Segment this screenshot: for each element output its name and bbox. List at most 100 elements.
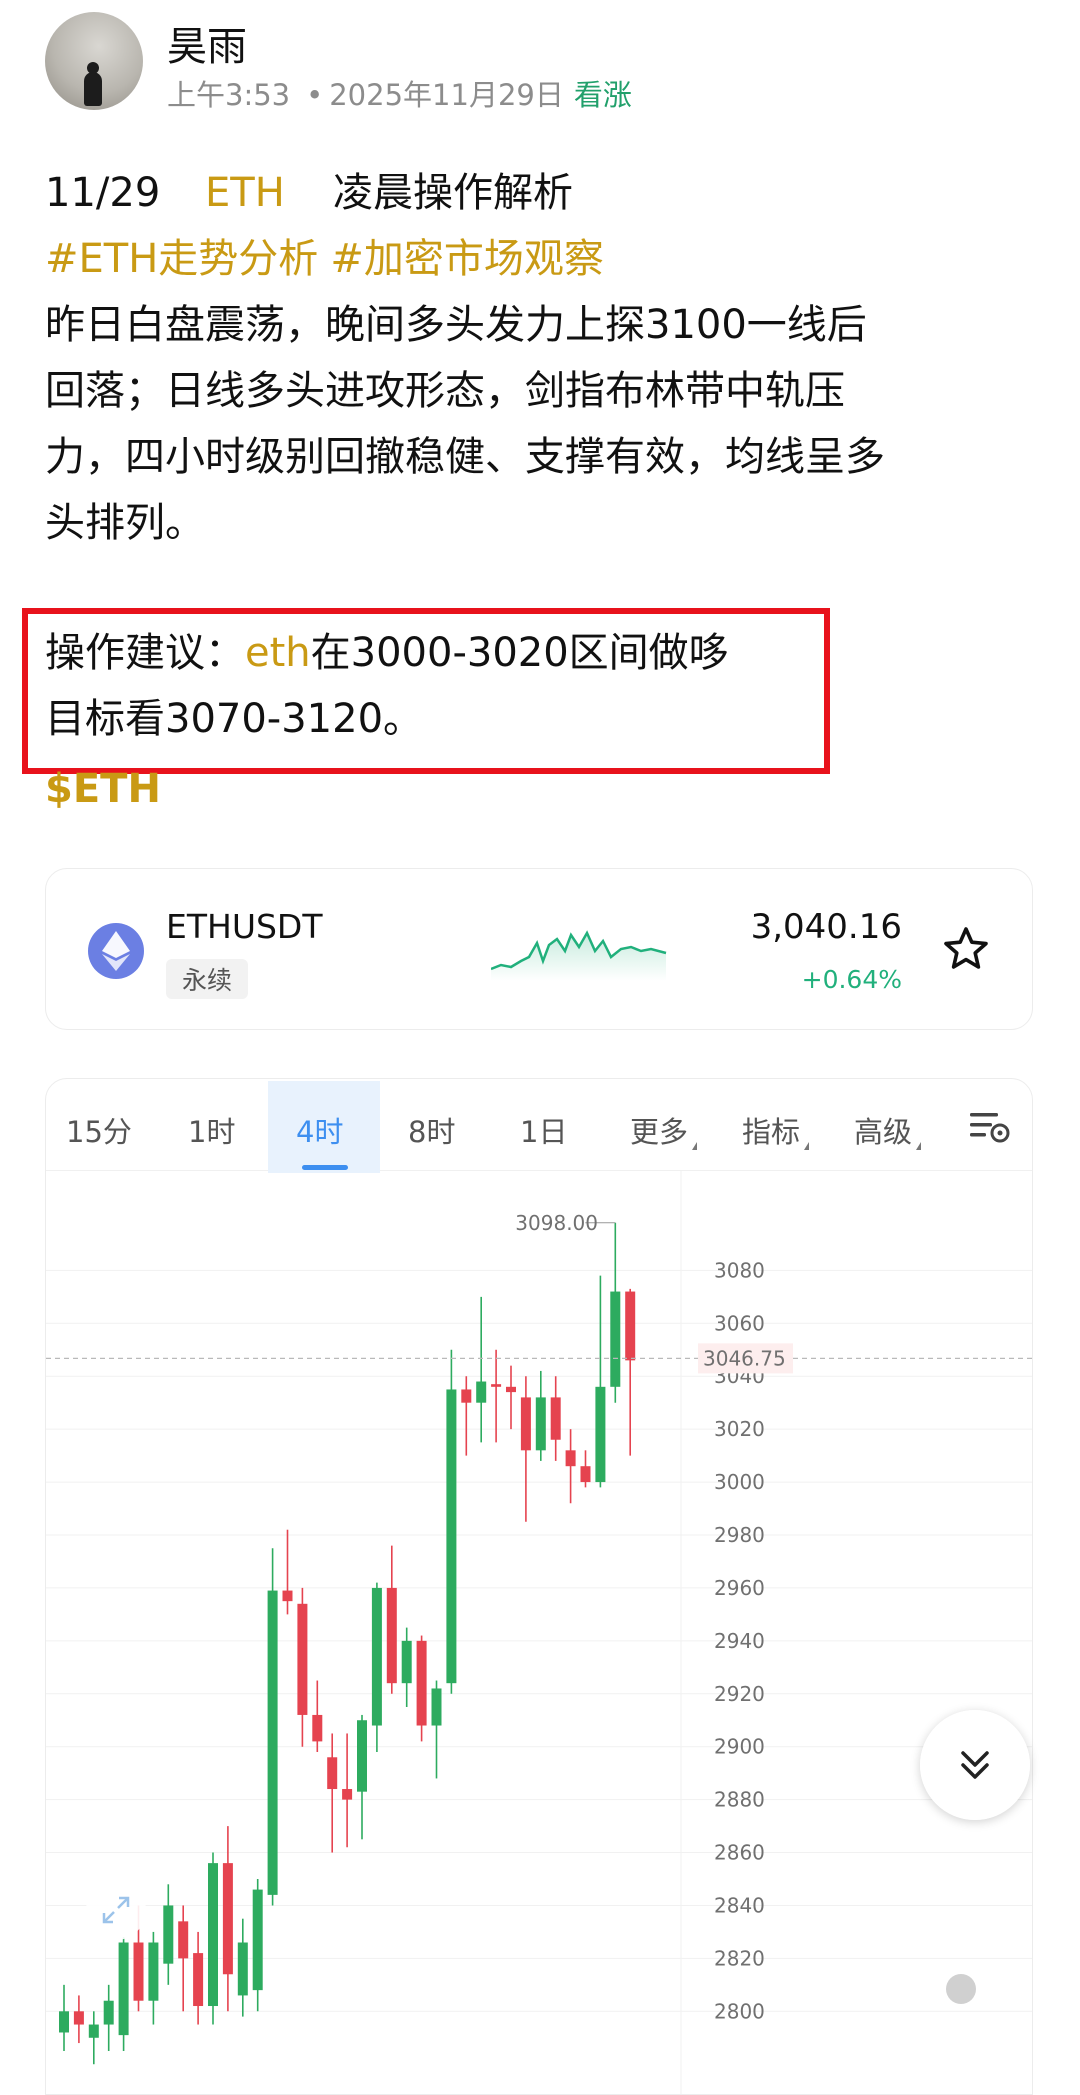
ticker-pair: ETHUSDT — [166, 907, 323, 946]
scroll-down-button[interactable] — [920, 1710, 1030, 1820]
candle-body — [491, 1384, 502, 1387]
kline-chart-card: 15分 1时 4时 8时 1日 更多 指标 高级 3080 3060 3040 302… — [45, 1078, 1033, 2095]
post-meta: 上午3:53 • 2025年11月29日 看涨 — [167, 72, 632, 114]
tab-4h[interactable]: 4时 — [296, 1109, 343, 1151]
body-line: 头排列。 — [45, 500, 205, 546]
body-line: 回落；日线多头进攻形态，剑指布林带中轨压 — [45, 368, 845, 414]
candle-body — [342, 1789, 353, 1800]
fullscreen-button[interactable] — [86, 1880, 146, 1940]
candle-body — [506, 1386, 516, 1393]
candle-body — [297, 1603, 308, 1715]
tab-1h[interactable]: 1时 — [188, 1109, 235, 1151]
candle-body — [178, 1921, 189, 1959]
candle-body — [133, 1942, 144, 2001]
last-price: 3,040.16 — [750, 907, 902, 947]
hashtag-eth-analysis[interactable]: #ETH走势分析 — [45, 236, 318, 282]
ethereum-logo-icon — [88, 923, 144, 979]
candle-body — [416, 1640, 427, 1726]
candle-body — [431, 1688, 442, 1726]
hashtag-market-watch[interactable]: #加密市场观察 — [330, 236, 604, 282]
body-line: 力，四小时级别回撤稳健、支撑有效，均线呈多 — [45, 434, 885, 480]
dropdown-caret-icon — [916, 1142, 922, 1150]
y-tick-label: 3000 — [714, 1470, 765, 1494]
double-chevron-down-icon — [961, 1751, 989, 1779]
y-tick-label: 2880 — [714, 1788, 765, 1812]
tab-advanced-label: 高级 — [854, 1115, 913, 1149]
tab-more-label: 更多 — [630, 1115, 689, 1149]
candle-body — [386, 1587, 397, 1684]
candle-body — [252, 1889, 263, 1991]
y-tick-label: 2860 — [714, 1841, 765, 1865]
candle-body — [88, 2024, 99, 2038]
title-text: 凌晨操作解析 — [333, 170, 573, 216]
author-name[interactable]: 昊雨 — [167, 14, 247, 72]
candle-body — [237, 1942, 248, 1996]
candle-body — [267, 1590, 278, 1895]
y-tick-label: 2980 — [714, 1523, 765, 1547]
touch-indicator — [946, 1974, 976, 2004]
tab-1d[interactable]: 1日 — [520, 1109, 567, 1151]
hashtags: #ETH走势分析 #加密市场观察 — [45, 226, 1035, 292]
candle-body — [595, 1386, 606, 1483]
candle-body — [520, 1397, 531, 1451]
y-tick-label: 2940 — [714, 1629, 765, 1653]
candle-body — [446, 1389, 457, 1684]
price-change: +0.64% — [801, 965, 902, 994]
tab-more[interactable]: 更多 — [630, 1109, 698, 1151]
candle-body — [371, 1587, 382, 1726]
post-date: 2025年11月29日 — [329, 78, 564, 112]
separator-dot: • — [306, 78, 324, 112]
y-tick-label: 2840 — [714, 1893, 765, 1917]
title-coin[interactable]: ETH — [205, 160, 333, 226]
avatar[interactable] — [45, 12, 143, 110]
last-price-label: 3046.75 — [703, 1346, 786, 1370]
candle-body — [103, 2000, 114, 2025]
candle-body — [610, 1291, 621, 1387]
post-header: 昊雨 上午3:53 • 2025年11月29日 看涨 — [45, 12, 1035, 112]
advice-range: 在3000-3020区间做哆 — [310, 630, 729, 676]
dropdown-caret-icon — [804, 1142, 810, 1150]
sentiment-badge: 看涨 — [573, 78, 632, 112]
cashtag-eth[interactable]: $ETH — [45, 766, 161, 812]
candle-body — [565, 1450, 576, 1467]
candle-body — [625, 1291, 636, 1361]
y-tick-label: 2800 — [714, 1999, 765, 2023]
tab-8h[interactable]: 8时 — [408, 1109, 455, 1151]
candle-body — [550, 1397, 561, 1440]
candle-body — [535, 1397, 546, 1451]
post-content: 11/29 ETH 凌晨操作解析 #ETH走势分析 #加密市场观察 昨日白盘震荡，… — [45, 160, 1035, 556]
post-body: 昨日白盘震荡，晚间多头发力上探3100一线后 回落；日线多头进攻形态，剑指布林带… — [45, 292, 1035, 556]
title-date: 11/29 — [45, 170, 161, 216]
tab-indicators[interactable]: 指标 — [742, 1109, 810, 1151]
chart-settings-icon[interactable] — [968, 1107, 1012, 1147]
candle-body — [327, 1757, 338, 1790]
candle-body — [357, 1720, 367, 1792]
tab-15m[interactable]: 15分 — [66, 1109, 132, 1151]
candle-body — [401, 1640, 412, 1684]
trade-advice: 操作建议：eth在3000-3020区间做哆 目标看3070-3120。 — [45, 620, 729, 752]
advice-coin[interactable]: eth — [245, 630, 311, 676]
candlestick-chart[interactable]: 3080306030403020300029802960294029202900… — [46, 1171, 1033, 2095]
y-tick-label: 3080 — [714, 1258, 765, 1282]
candle-body — [580, 1466, 591, 1483]
tab-advanced[interactable]: 高级 — [854, 1109, 922, 1151]
y-tick-label: 2820 — [714, 1946, 765, 1970]
y-tick-label: 3060 — [714, 1311, 765, 1335]
tab-indicators-label: 指标 — [742, 1115, 801, 1149]
high-price-label: 3098.00 — [515, 1211, 598, 1235]
candle-body — [193, 1953, 204, 2007]
y-tick-label: 2900 — [714, 1735, 765, 1759]
ticker-card[interactable]: ETHUSDT 永续 3,040.16 +0.64% — [45, 868, 1033, 1030]
candle-body — [282, 1590, 293, 1602]
candle-body — [59, 2011, 69, 2033]
candle-body — [476, 1381, 487, 1403]
body-line: 昨日白盘震荡，晚间多头发力上探3100一线后 — [45, 302, 867, 348]
candle-body — [208, 1863, 218, 2007]
price-sparkline — [491, 930, 667, 981]
candle-body — [148, 1942, 159, 2001]
favorite-star-icon[interactable] — [942, 925, 990, 973]
post-time: 上午3:53 — [167, 78, 291, 112]
candle-body — [461, 1389, 472, 1403]
candle-body — [118, 1942, 129, 2036]
y-tick-label: 3020 — [714, 1417, 765, 1441]
